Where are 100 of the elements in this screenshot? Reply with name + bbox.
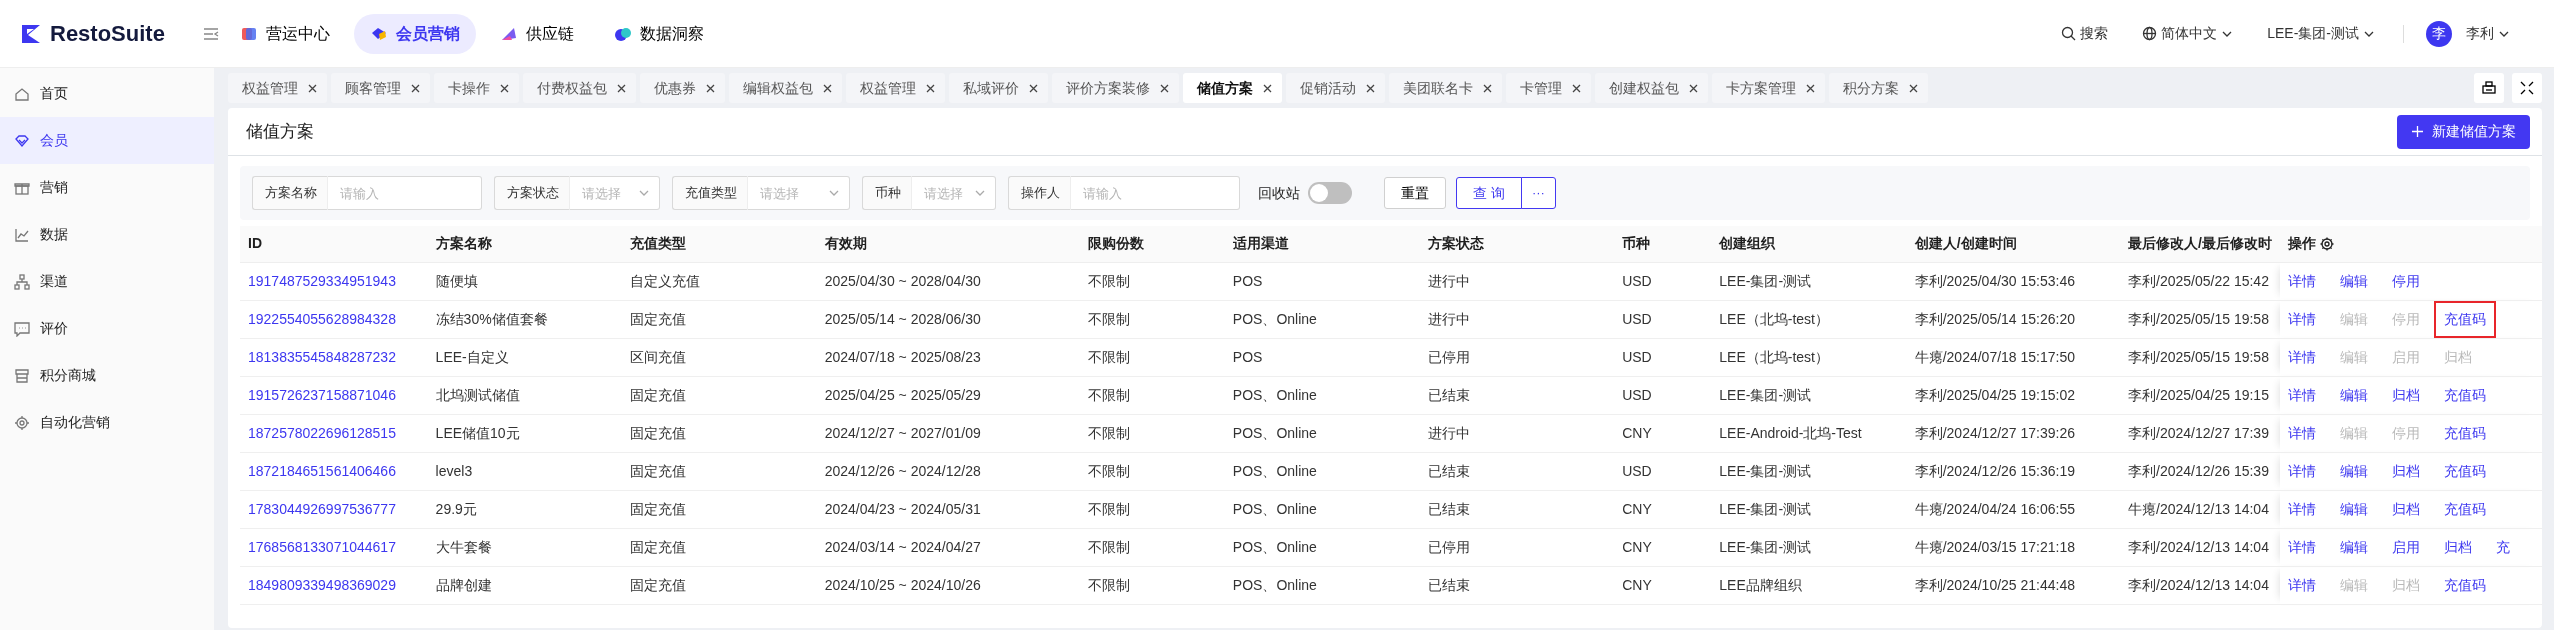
settings-icon[interactable] — [2319, 236, 2334, 251]
plan-id-link[interactable]: 1849809339498369029 — [248, 576, 396, 593]
close-icon[interactable] — [1806, 83, 1815, 93]
close-icon[interactable] — [1160, 83, 1169, 93]
close-icon[interactable] — [1029, 83, 1038, 93]
page-tab[interactable]: 积分方案 — [1829, 73, 1928, 103]
action-link[interactable]: 充 — [2495, 536, 2510, 558]
plan-id-link[interactable]: 1783044926997536777 — [248, 500, 396, 517]
sidebar-item[interactable]: 渠道 — [0, 258, 214, 305]
sidebar-item[interactable]: 积分商城 — [0, 352, 214, 399]
page-tab[interactable]: 优惠券 — [640, 73, 725, 103]
page-tab[interactable]: 创建权益包 — [1595, 73, 1708, 103]
top-nav-tab[interactable]: 供应链 — [484, 13, 590, 54]
top-nav-tab[interactable]: 数据洞察 — [598, 13, 720, 54]
action-link[interactable]: 充值码 — [2443, 498, 2486, 520]
table-cell: 固定充值 — [622, 300, 817, 338]
close-icon[interactable] — [1263, 83, 1272, 93]
sidebar-item[interactable]: 会员 — [0, 117, 214, 164]
page-tab[interactable]: 美团联名卡 — [1389, 73, 1502, 103]
close-icon[interactable] — [1689, 83, 1698, 93]
close-icon[interactable] — [1483, 83, 1492, 93]
close-icon[interactable] — [617, 83, 626, 93]
close-icon[interactable] — [706, 83, 715, 93]
action-link[interactable]: 详情 — [2287, 308, 2316, 330]
sidebar-item[interactable]: 自动化营销 — [0, 399, 214, 446]
select-field[interactable]: 请选择 — [912, 176, 996, 210]
action-link[interactable]: 编辑 — [2339, 536, 2368, 558]
action-link[interactable]: 详情 — [2287, 384, 2316, 406]
top-nav-tab[interactable]: 会员营销 — [354, 13, 476, 54]
top-nav-tab[interactable]: 营运中心 — [224, 13, 346, 54]
select-field[interactable]: 请选择 — [570, 176, 660, 210]
page-tab[interactable]: 编辑权益包 — [729, 73, 842, 103]
action-link[interactable]: 详情 — [2287, 460, 2316, 482]
action-link[interactable]: 详情 — [2287, 498, 2316, 520]
action-link[interactable]: 归档 — [2391, 498, 2420, 520]
language-selector[interactable]: 简体中文 — [2136, 22, 2240, 45]
close-icon[interactable] — [411, 83, 420, 93]
action-link[interactable]: 启用 — [2391, 536, 2420, 558]
page-tab[interactable]: 付费权益包 — [523, 73, 636, 103]
plan-id-link[interactable]: 1915726237158871046 — [248, 386, 396, 403]
plan-id-link[interactable]: 1872578022696128515 — [248, 424, 396, 441]
close-icon[interactable] — [823, 83, 832, 93]
sidebar-item[interactable]: 数据 — [0, 211, 214, 258]
close-icon[interactable] — [1366, 83, 1375, 93]
action-link[interactable]: 详情 — [2287, 346, 2316, 368]
action-link[interactable]: 编辑 — [2339, 384, 2368, 406]
close-icon[interactable] — [926, 83, 935, 93]
page-tab[interactable]: 卡方案管理 — [1712, 73, 1825, 103]
reset-button[interactable]: 重置 — [1384, 177, 1446, 209]
organization-selector[interactable]: LEE-集团-测试 — [2261, 22, 2381, 45]
page-tab[interactable]: 权益管理 — [228, 73, 327, 103]
close-icon[interactable] — [500, 83, 509, 93]
action-link[interactable]: 充值码 — [2443, 574, 2486, 596]
sidebar-item[interactable]: 评价 — [0, 305, 214, 352]
plan-id-link[interactable]: 1917487529334951943 — [248, 272, 396, 289]
input-field[interactable]: 请输入 — [1071, 176, 1240, 210]
action-link[interactable]: 归档 — [2391, 384, 2420, 406]
new-plan-button[interactable]: 新建储值方案 — [2397, 114, 2530, 149]
close-icon[interactable] — [1909, 83, 1918, 93]
action-link[interactable]: 归档 — [2443, 536, 2472, 558]
action-link[interactable]: 停用 — [2391, 270, 2420, 292]
fullscreen-button[interactable] — [2512, 73, 2542, 103]
recycle-bin-toggle[interactable] — [1308, 182, 1352, 204]
action-link[interactable]: 归档 — [2391, 460, 2420, 482]
action-link[interactable]: 详情 — [2287, 574, 2316, 596]
plan-id-link[interactable]: 1872184651561406466 — [248, 462, 396, 479]
input-field[interactable]: 请输入 — [328, 176, 482, 210]
page-tab[interactable]: 评价方案装修 — [1052, 73, 1179, 103]
page-tab[interactable]: 顾客管理 — [331, 73, 430, 103]
action-link[interactable]: 详情 — [2287, 422, 2316, 444]
print-button[interactable] — [2474, 73, 2504, 103]
action-link[interactable]: 详情 — [2287, 270, 2316, 292]
action-link[interactable]: 编辑 — [2339, 498, 2368, 520]
sidebar-item[interactable]: 首页 — [0, 70, 214, 117]
sidebar-item[interactable]: 营销 — [0, 164, 214, 211]
page-tab[interactable]: 卡操作 — [434, 73, 519, 103]
page-tab[interactable]: 卡管理 — [1506, 73, 1591, 103]
close-icon[interactable] — [308, 83, 317, 93]
user-avatar[interactable]: 李 — [2426, 20, 2452, 47]
action-link[interactable]: 充值码 — [2443, 460, 2486, 482]
user-menu[interactable]: 李利 — [2460, 22, 2516, 45]
action-link[interactable]: 充值码 — [2443, 422, 2486, 444]
more-button[interactable]: ··· — [1520, 177, 1556, 209]
action-link[interactable]: 编辑 — [2339, 270, 2368, 292]
search-button[interactable]: 搜索 — [2055, 22, 2115, 45]
page-tab[interactable]: 权益管理 — [846, 73, 945, 103]
plan-id-link[interactable]: 1813835545848287232 — [248, 348, 396, 365]
close-icon[interactable] — [1572, 83, 1581, 93]
action-link[interactable]: 充值码 — [2443, 308, 2486, 330]
query-button[interactable]: 查 询 — [1456, 177, 1522, 209]
action-link[interactable]: 编辑 — [2339, 460, 2368, 482]
page-tab[interactable]: 私域评价 — [949, 73, 1048, 103]
plan-id-link[interactable]: 1768568133071044617 — [248, 538, 396, 555]
action-link[interactable]: 充值码 — [2443, 384, 2486, 406]
page-tab[interactable]: 储值方案 — [1183, 73, 1282, 103]
select-field[interactable]: 请选择 — [748, 176, 850, 210]
page-tab[interactable]: 促销活动 — [1286, 73, 1385, 103]
table-cell: 不限制 — [1080, 414, 1225, 452]
plan-id-link[interactable]: 1922554055628984328 — [248, 310, 396, 327]
action-link[interactable]: 详情 — [2287, 536, 2316, 558]
